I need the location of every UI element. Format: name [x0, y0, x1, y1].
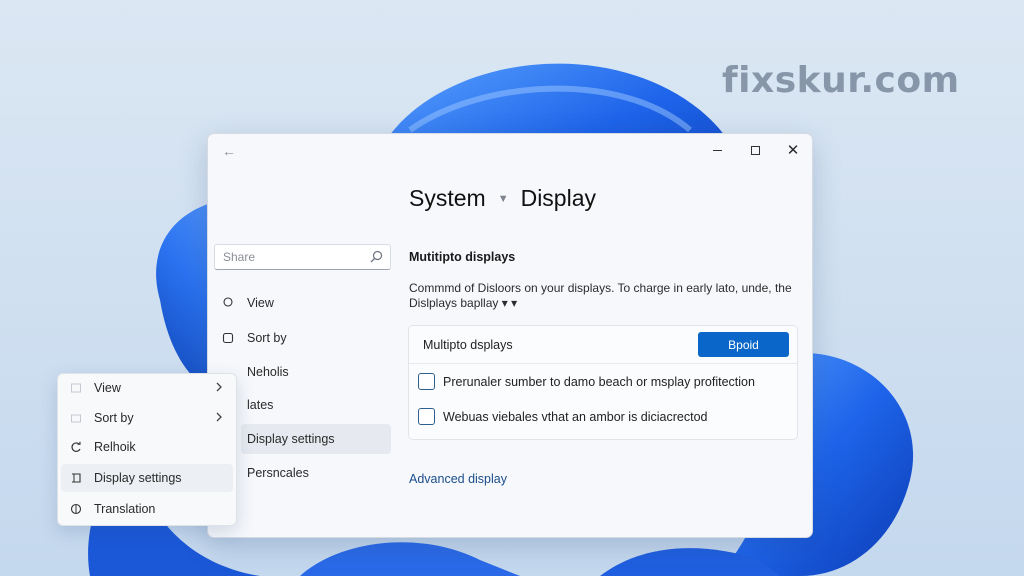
option-checkbox[interactable] — [418, 373, 435, 390]
maximize-icon — [750, 145, 760, 155]
close-button[interactable]: ✕ — [774, 138, 812, 162]
detect-button[interactable]: Bpoid — [698, 332, 789, 357]
advanced-display-link[interactable]: Advanced display — [409, 472, 507, 486]
context-item-sort-by[interactable]: Sort by — [61, 404, 233, 432]
maximize-button[interactable] — [736, 138, 774, 162]
minimize-button[interactable] — [698, 138, 736, 162]
nav-item-persncales[interactable]: Persncales — [214, 458, 391, 488]
nav-item-label: Display settings — [247, 432, 335, 446]
card-header: Multipto dsplays Bpoid — [409, 326, 797, 364]
pin-icon — [221, 296, 235, 310]
nav-item-label: lates — [247, 398, 274, 412]
section-description: Commmd of Disloors on your displays. To … — [409, 281, 792, 310]
nav-item-lates[interactable]: lates — [214, 390, 391, 420]
search-input[interactable] — [215, 245, 355, 269]
search-field[interactable] — [214, 244, 391, 270]
square-icon — [221, 331, 235, 345]
breadcrumb: System ▼ Display — [409, 185, 596, 212]
multiple-displays-card: Multipto dsplays Bpoid Prerunaler sumber… — [408, 325, 798, 440]
option-row[interactable]: Prerunaler sumber to damo beach or mspla… — [409, 364, 797, 399]
minimize-icon — [712, 149, 722, 151]
view-icon — [69, 381, 83, 395]
chevron-down-icon: ▼ — [497, 192, 509, 205]
close-icon: ✕ — [786, 141, 800, 159]
chevron-right-icon — [216, 412, 222, 422]
nav-item-label: Persncales — [247, 466, 309, 480]
nav-item-label: Sort by — [247, 331, 287, 345]
breadcrumb-parent[interactable]: System — [409, 185, 486, 212]
settings-window: ← ✕ System ▼ Display View Sort by Neholi… — [207, 133, 813, 538]
nav-item-label: Neholis — [247, 365, 289, 379]
context-item-label: Translation — [94, 502, 156, 516]
option-label: Prerunaler sumber to damo beach or mspla… — [443, 374, 755, 389]
section-title: Mutitipto displays — [409, 250, 516, 264]
option-label: Webuas viebales vthat an ambor is diciac… — [443, 409, 708, 424]
card-header-label: Multipto dsplays — [423, 337, 513, 352]
chevron-right-icon — [216, 382, 222, 392]
context-item-label: Relhoik — [94, 440, 136, 454]
breadcrumb-current: Display — [520, 185, 596, 211]
context-item-label: View — [94, 381, 121, 395]
option-row[interactable]: Webuas viebales vthat an ambor is diciac… — [409, 399, 797, 434]
search-icon[interactable] — [368, 249, 384, 265]
nav-item-display-settings[interactable]: Display settings — [241, 424, 391, 454]
watermark-text: fixskur.com — [722, 60, 960, 101]
context-item-label: Display settings — [94, 471, 182, 485]
nav-item-sort-by[interactable]: Sort by — [214, 323, 391, 353]
nav-item-label: View — [247, 296, 274, 310]
context-item-refresh[interactable]: Relhoik — [61, 433, 233, 461]
context-item-display-settings[interactable]: Display settings — [61, 464, 233, 492]
display-icon — [69, 471, 83, 485]
option-checkbox[interactable] — [418, 408, 435, 425]
context-item-view[interactable]: View — [61, 374, 233, 402]
nav-item-view[interactable]: View — [214, 288, 391, 318]
sort-icon — [69, 411, 83, 425]
nav-item-neholis[interactable]: Neholis — [214, 357, 391, 387]
context-item-translation[interactable]: Translation — [61, 495, 233, 523]
back-arrow-icon[interactable]: ← — [222, 143, 236, 159]
desktop-context-menu: View Sort by Relhoik Display settings Tr… — [57, 373, 237, 526]
refresh-icon — [69, 440, 83, 454]
window-controls: ✕ — [698, 138, 812, 162]
personalize-icon — [69, 502, 83, 516]
context-item-label: Sort by — [94, 411, 134, 425]
